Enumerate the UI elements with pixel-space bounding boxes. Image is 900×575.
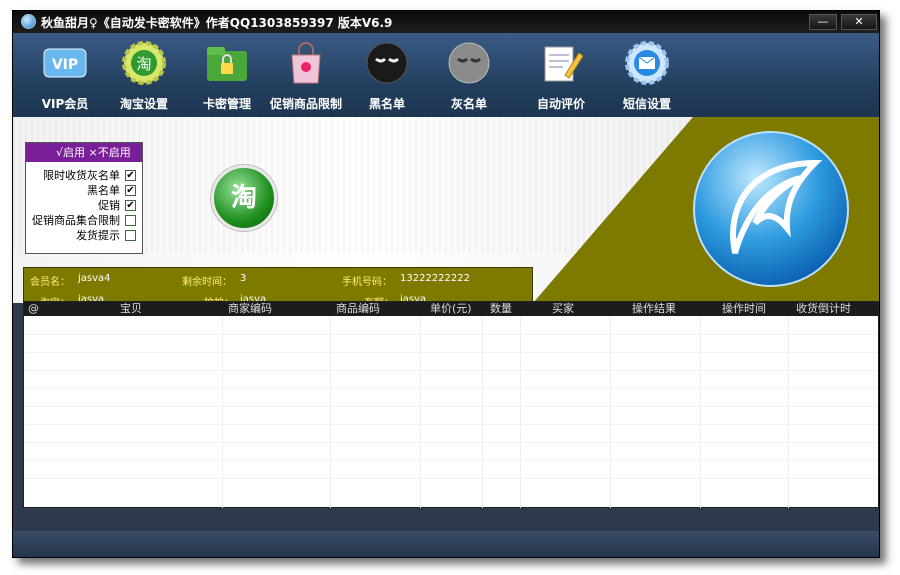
card-lock-icon (204, 41, 250, 85)
grid-row-line (24, 442, 878, 443)
toolbar-taobao-settings-label: 淘宝设置 (119, 97, 168, 111)
grid-row-line (24, 460, 878, 461)
toolbar-graylist-label: 灰名单 (450, 97, 487, 111)
svg-text:淘: 淘 (136, 55, 151, 73)
toolbar-auto-review-label: 自动评价 (536, 97, 585, 111)
toolbar-card-manage-button[interactable]: 卡密管理 (187, 39, 267, 115)
option-label: 限时收货灰名单 (43, 169, 120, 182)
gray-face-icon (446, 41, 492, 85)
grid-row-line (24, 406, 878, 407)
grid-row-line (24, 388, 878, 389)
app-window: 秋鱼甜月♀《自动发卡密软件》作者QQ1303859397 版本V6.9 — ✕ … (12, 10, 880, 558)
member-label: 会员名： (30, 277, 70, 288)
option-gray-list[interactable]: 限时收货灰名单 ✔ (26, 168, 142, 183)
option-checkbox[interactable]: ✔ (125, 170, 136, 181)
black-face-icon (364, 41, 410, 85)
grid-column-line (700, 316, 701, 508)
close-button[interactable]: ✕ (841, 14, 877, 30)
options-panel: √启用 ×不启用 限时收货灰名单 ✔ 黑名单 ✔ 促销 ✔ 促销商品集合限制 发… (25, 142, 143, 254)
toolbar-blacklist-button[interactable]: 黑名单 (347, 39, 427, 115)
option-label: 促销商品集合限制 (32, 214, 120, 227)
taobao-settings-icon: 淘 (121, 41, 167, 85)
phone-value: 13222222222 (400, 273, 470, 284)
remaining-value: 3 (240, 273, 247, 284)
column-header[interactable]: 单价(元) (430, 302, 472, 316)
column-header[interactable]: 数量 (490, 302, 512, 316)
banner: √启用 ×不启用 限时收货灰名单 ✔ 黑名单 ✔ 促销 ✔ 促销商品集合限制 发… (13, 117, 879, 309)
grid-column-line (482, 316, 483, 508)
table-header: @ 宝贝 商家编码 商品编码 单价(元) 数量 买家 操作结果 操作时间 收货倒… (24, 302, 878, 316)
status-bar (13, 531, 879, 557)
toolbar: VIP VIP会员 淘 淘宝设置 卡密管理 促销商品限制 黑名单 灰名单 自动评… (13, 33, 879, 117)
grid-column-line (520, 316, 521, 508)
column-header[interactable]: 操作时间 (722, 302, 766, 316)
phone-label: 手机号码： (342, 277, 392, 288)
option-checkbox[interactable] (125, 215, 136, 226)
brand-logo-icon (693, 131, 849, 287)
grid-column-line (788, 316, 789, 508)
option-promo-set-limit[interactable]: 促销商品集合限制 (26, 213, 142, 228)
grid-row-line (24, 424, 878, 425)
grid-row-line (24, 352, 878, 353)
column-header[interactable]: @ (28, 302, 39, 316)
envelope-gear-icon (624, 41, 670, 85)
column-header[interactable]: 商家编码 (228, 302, 272, 316)
toolbar-vip-button[interactable]: VIP VIP会员 (25, 39, 105, 115)
column-header[interactable]: 操作结果 (632, 302, 676, 316)
grid-column-line (420, 316, 421, 508)
option-ship-notice[interactable]: 发货提示 (26, 228, 142, 243)
column-header[interactable]: 买家 (552, 302, 574, 316)
option-checkbox[interactable]: ✔ (125, 185, 136, 196)
option-checkbox[interactable] (125, 230, 136, 241)
orders-table[interactable]: @ 宝贝 商家编码 商品编码 单价(元) 数量 买家 操作结果 操作时间 收货倒… (23, 301, 879, 508)
toolbar-taobao-settings-button[interactable]: 淘 淘宝设置 (104, 39, 184, 115)
grid-column-line (610, 316, 611, 508)
option-checkbox[interactable]: ✔ (125, 200, 136, 211)
minimize-button[interactable]: — (809, 14, 837, 30)
grid-row-line (24, 334, 878, 335)
column-header[interactable]: 商品编码 (336, 302, 380, 316)
column-header[interactable]: 收货倒计时 (796, 302, 851, 316)
notepad-pencil-icon (538, 41, 584, 85)
svg-text:VIP: VIP (52, 57, 78, 73)
vip-icon: VIP (42, 41, 88, 85)
toolbar-auto-review-button[interactable]: 自动评价 (521, 39, 601, 115)
member-value: jasva4 (78, 273, 111, 284)
option-label: 黑名单 (87, 184, 120, 197)
option-label: 发货提示 (76, 229, 120, 242)
taobao-button[interactable]: 淘 (211, 165, 277, 231)
shopping-bag-icon (283, 41, 329, 85)
option-blacklist[interactable]: 黑名单 ✔ (26, 183, 142, 198)
options-header: √启用 ×不启用 (26, 143, 142, 162)
grid-row-line (24, 478, 878, 479)
toolbar-sms-settings-label: 短信设置 (622, 97, 671, 111)
grid-row-line (24, 370, 878, 371)
toolbar-promo-limit-button[interactable]: 促销商品限制 (266, 39, 346, 115)
app-logo-icon (21, 14, 36, 29)
toolbar-sms-settings-button[interactable]: 短信设置 (607, 39, 687, 115)
option-label: 促销 (98, 199, 120, 212)
toolbar-graylist-button[interactable]: 灰名单 (429, 39, 509, 115)
option-promo[interactable]: 促销 ✔ (26, 198, 142, 213)
column-header[interactable]: 宝贝 (120, 302, 142, 316)
grid-column-line (330, 316, 331, 508)
remaining-label: 剩余时间： (182, 277, 232, 288)
window-title: 秋鱼甜月♀《自动发卡密软件》作者QQ1303859397 版本V6.9 (41, 16, 393, 30)
title-bar: 秋鱼甜月♀《自动发卡密软件》作者QQ1303859397 版本V6.9 — ✕ (13, 11, 879, 33)
grid-column-line (222, 316, 223, 508)
